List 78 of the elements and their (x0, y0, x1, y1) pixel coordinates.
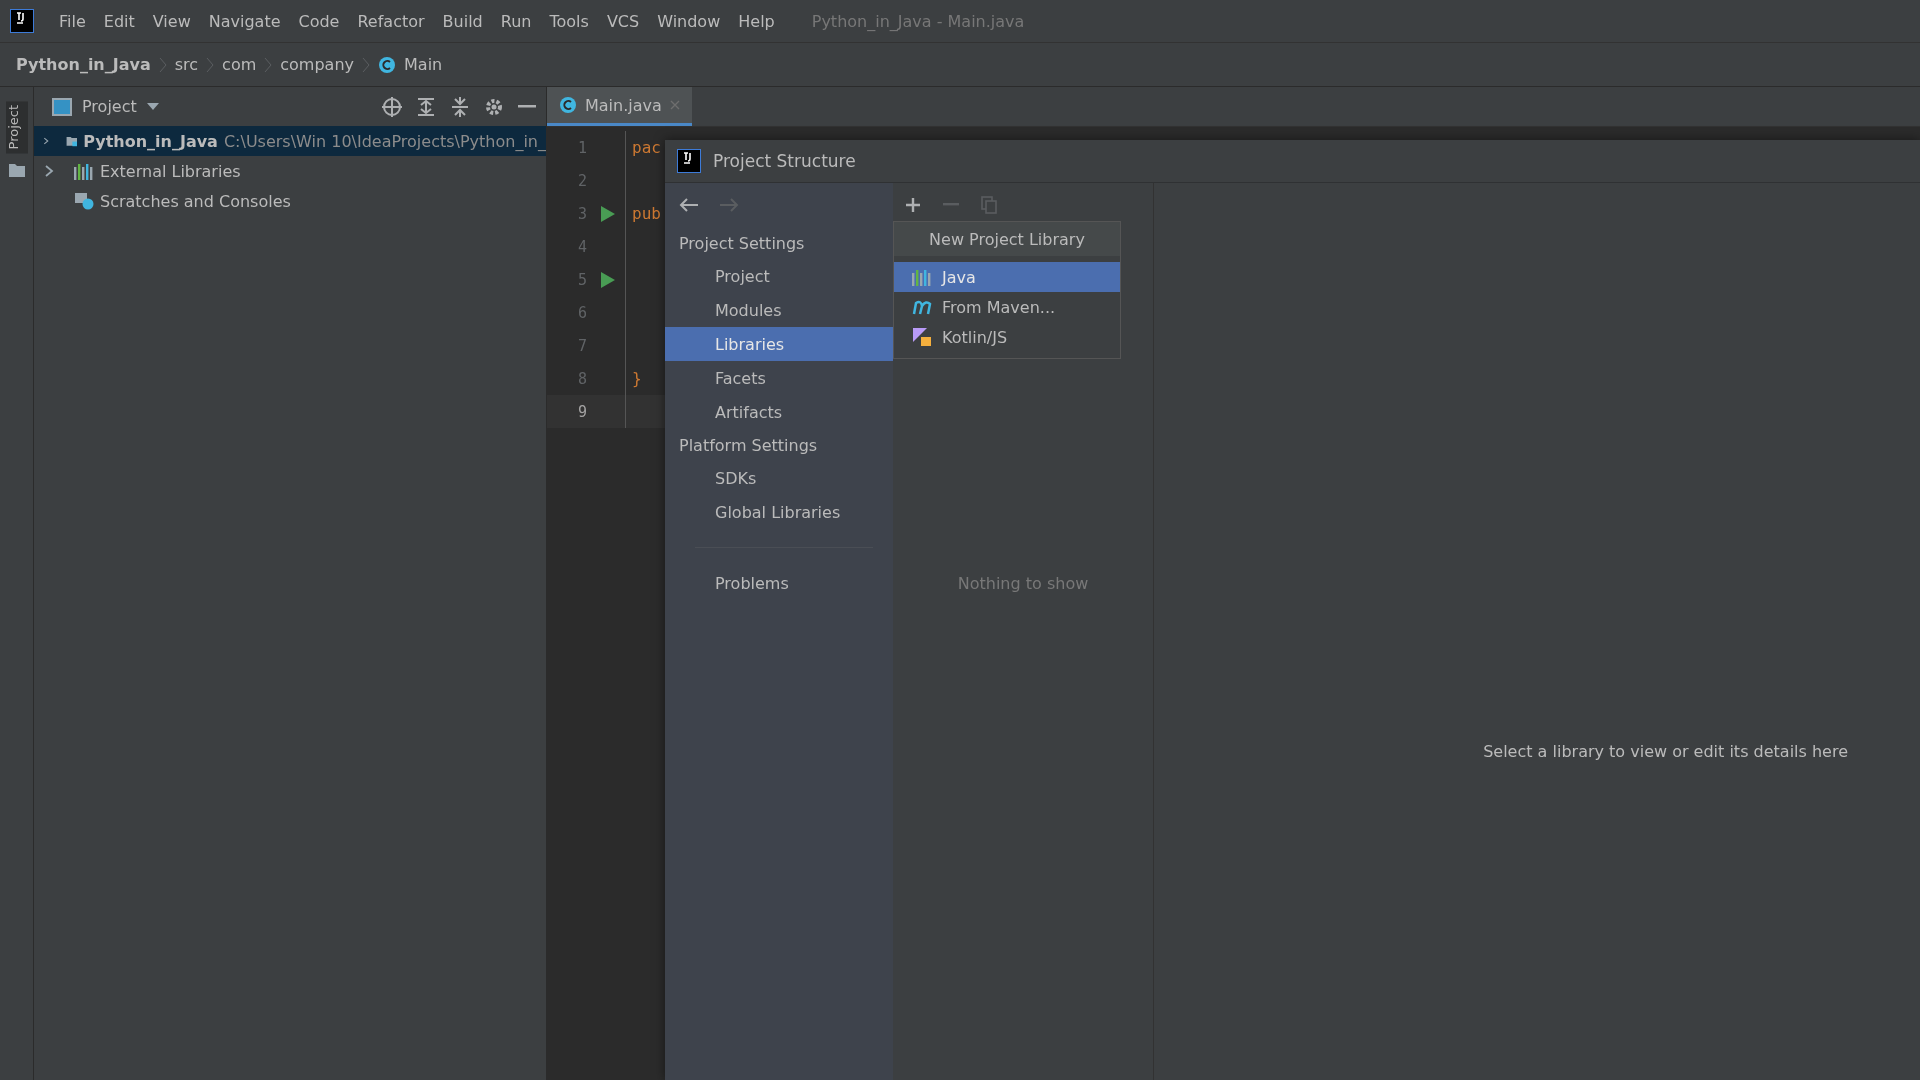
folder-icon (8, 163, 25, 178)
tree-label: Scratches and Consoles (100, 191, 291, 211)
menu-item[interactable]: Navigate (201, 7, 288, 35)
menu-item[interactable]: Build (435, 7, 490, 35)
line-number: 5 (576, 270, 587, 289)
menu-item[interactable]: File (52, 7, 93, 35)
menu-item[interactable]: View (145, 7, 198, 35)
tree-row[interactable]: Scratches and Consoles (34, 186, 546, 216)
minimize-icon[interactable] (518, 104, 536, 109)
tree-label: Python_in_Java (83, 131, 218, 151)
tree-row[interactable]: Python_in_Java C:\Users\Win 10\IdeaProjects\Python_in_ (34, 126, 546, 156)
breadcrumb[interactable]: Main (404, 55, 443, 74)
tree-label: External Libraries (100, 161, 241, 181)
collapse-all-icon[interactable] (450, 96, 470, 117)
breadcrumb[interactable]: company (280, 55, 354, 74)
dropdown-icon[interactable] (146, 102, 159, 111)
class-icon (559, 96, 577, 114)
breadcrumb[interactable]: com (222, 55, 257, 74)
app-logo-icon[interactable] (10, 9, 34, 33)
nav-item[interactable]: Libraries (665, 327, 893, 361)
project-path: C:\Users\Win 10\IdeaProjects\Python_in_ (223, 131, 546, 151)
menu-item[interactable]: Window (650, 7, 728, 35)
tool-window-tab[interactable]: Project (5, 101, 28, 154)
line-number: 8 (576, 369, 587, 388)
expand-all-icon[interactable] (416, 96, 436, 117)
nav-item[interactable]: Artifacts (665, 395, 893, 429)
breadcrumb[interactable]: Python_in_Java (16, 55, 151, 74)
empty-state-text: Nothing to show (957, 574, 1089, 593)
line-number: 7 (576, 336, 587, 355)
line-number: 1 (576, 138, 587, 157)
nav-item[interactable]: Facets (665, 361, 893, 395)
kotlin-js-icon (912, 327, 932, 347)
tree-row[interactable]: External Libraries (34, 156, 546, 186)
section-header: Platform Settings (678, 434, 819, 457)
target-icon[interactable] (382, 96, 402, 117)
popup-item[interactable]: Java (894, 262, 1120, 292)
details-hint: Select a library to view or edit its details here (1483, 742, 1848, 761)
menu-item[interactable]: Tools (542, 7, 596, 35)
m-letter-icon (912, 298, 932, 316)
menu-item[interactable]: Edit (96, 7, 142, 35)
menu-item[interactable]: VCS (599, 7, 647, 35)
run-icon[interactable] (601, 205, 615, 222)
popup-item[interactable]: Kotlin/JS (894, 322, 1120, 352)
line-number: 3 (576, 204, 587, 223)
breadcrumb[interactable]: src (174, 55, 199, 74)
nav-item[interactable]: Project (665, 259, 893, 293)
menu-item[interactable]: Help (731, 7, 782, 35)
code-text: pac (631, 138, 661, 157)
menu-item[interactable]: Code (291, 7, 347, 35)
code-text: pub (631, 204, 661, 223)
back-arrow-icon[interactable] (679, 197, 699, 213)
window-icon (52, 97, 72, 116)
dialog-title: Project Structure (713, 151, 856, 171)
bar-chart-icon (74, 162, 94, 180)
line-number: 9 (576, 402, 587, 421)
line-number: 6 (576, 303, 587, 322)
line-number: 4 (576, 237, 587, 256)
run-icon[interactable] (601, 271, 615, 288)
panel-title[interactable]: Project (82, 97, 137, 116)
popup-title: New Project Library (894, 222, 1120, 256)
class-icon (378, 55, 396, 74)
menu-item[interactable]: Run (493, 7, 539, 35)
bar-chart-icon (912, 268, 932, 286)
nav-item[interactable]: Global Libraries (665, 495, 893, 529)
code-text: } (631, 369, 642, 388)
console-clock-icon (74, 192, 94, 210)
popup-item[interactable]: From Maven... (894, 292, 1120, 322)
nav-item[interactable]: SDKs (665, 461, 893, 495)
window-title: Python_in_Java - Main.java (811, 11, 1025, 31)
nav-item[interactable]: Problems (665, 566, 893, 600)
menu-item[interactable]: Refactor (350, 7, 432, 35)
app-logo-icon (677, 149, 701, 173)
add-icon[interactable] (905, 197, 921, 213)
settings-icon[interactable] (484, 96, 504, 117)
editor-tab[interactable]: Main.java (547, 87, 692, 126)
line-number: 2 (576, 171, 587, 190)
nav-item[interactable]: Modules (665, 293, 893, 327)
section-header: Project Settings (678, 232, 806, 255)
